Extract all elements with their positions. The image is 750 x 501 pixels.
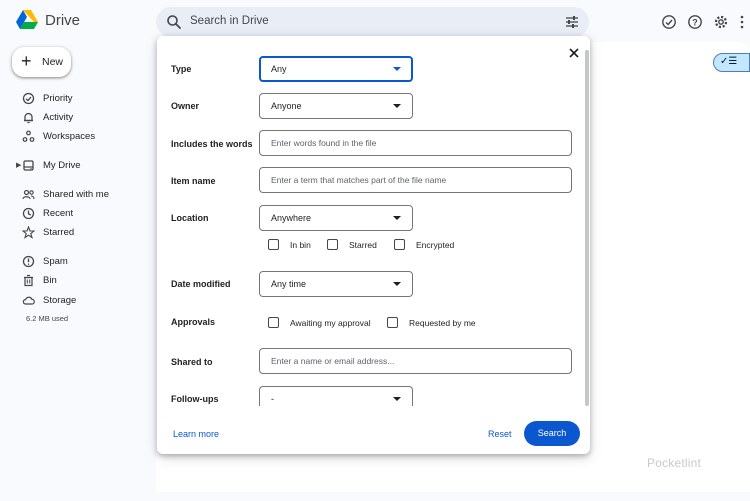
dropdown-arrow-icon [393, 216, 401, 220]
new-button[interactable]: + New [12, 47, 71, 77]
checkbox-box[interactable] [387, 317, 398, 328]
follow-ups-select[interactable]: - [259, 386, 413, 406]
cloud-icon [22, 296, 35, 305]
sidebar-item-priority[interactable]: Priority [0, 90, 150, 108]
item-name-field[interactable] [259, 167, 572, 193]
approvals-label: Approvals [171, 317, 216, 327]
sidebar-item-label: My Drive [43, 160, 81, 171]
list-view-check-icon[interactable]: ✓☰ [720, 56, 737, 67]
plus-icon: + [21, 51, 32, 71]
my-drive-icon [23, 160, 34, 171]
location-select[interactable]: Anywhere [259, 205, 413, 231]
sidebar-item-spam[interactable]: Spam [0, 253, 150, 271]
svg-text:?: ? [692, 18, 698, 28]
owner-label: Owner [171, 101, 200, 111]
offline-ready-icon[interactable] [661, 14, 677, 30]
checkbox-box[interactable] [394, 239, 405, 250]
sidebar-item-label: Recent [43, 208, 74, 219]
storage-used-text: 6.2 MB used [26, 314, 69, 323]
search-button-label: Search [537, 428, 567, 438]
settings-gear-icon[interactable] [713, 14, 729, 30]
priority-icon [22, 92, 35, 105]
owner-select-value: Anyone [271, 101, 302, 111]
checkbox-label: Requested by me [409, 318, 476, 328]
sidebar-item-starred[interactable]: Starred [0, 224, 150, 242]
sidebar-item-label: Starred [43, 227, 75, 238]
includes-words-input[interactable] [261, 132, 566, 154]
sidebar-item-storage[interactable]: Storage [0, 292, 150, 310]
type-select-value: Any [271, 64, 287, 74]
learn-more-link[interactable]: Learn more [173, 429, 219, 439]
sidebar-item-bin[interactable]: Bin [0, 272, 150, 290]
app-brand[interactable]: Drive [45, 12, 80, 29]
more-options-icon[interactable] [738, 14, 746, 30]
owner-select[interactable]: Anyone [259, 93, 413, 119]
sidebar-item-recent[interactable]: Recent [0, 205, 150, 223]
date-modified-label: Date modified [171, 279, 231, 289]
checkbox-label: Encrypted [416, 240, 455, 250]
sidebar-item-my-drive[interactable]: ▶ My Drive [0, 157, 150, 175]
dropdown-arrow-icon [393, 104, 401, 108]
follow-ups-select-value: - [271, 394, 274, 404]
sidebar-item-label: Workspaces [43, 131, 96, 142]
checkbox-label: Awaiting my approval [290, 318, 371, 328]
sidebar-item-label: Priority [43, 93, 73, 104]
expand-caret-icon[interactable]: ▶ [16, 161, 21, 169]
follow-ups-label: Follow-ups [171, 394, 219, 404]
dropdown-arrow-icon [393, 282, 401, 286]
reset-button[interactable]: Reset [488, 429, 512, 439]
shared-to-input[interactable] [261, 350, 566, 372]
sidebar-item-activity[interactable]: Activity [0, 109, 150, 127]
help-icon[interactable]: ? [687, 14, 703, 30]
sidebar-item-label: Shared with me [43, 189, 110, 200]
people-icon [22, 189, 35, 200]
drive-logo-icon[interactable] [16, 10, 38, 30]
type-label: Type [171, 64, 192, 74]
sidebar-item-label: Spam [43, 256, 68, 267]
checkbox-box[interactable] [268, 317, 279, 328]
sidebar-item-label: Bin [43, 275, 57, 286]
watermark-text: Pocketlint [647, 456, 702, 470]
item-name-label: Item name [171, 176, 216, 186]
search-options-icon[interactable] [565, 15, 579, 29]
dialog-scrollbar[interactable] [585, 50, 589, 406]
sidebar-item-label: Storage [43, 295, 77, 306]
advanced-search-dialog: Type Any Owner Anyone Includes the words… [157, 36, 590, 454]
search-button[interactable]: Search [524, 421, 580, 446]
location-label: Location [171, 213, 209, 223]
sidebar-item-label: Activity [43, 112, 74, 123]
includes-words-field[interactable] [259, 130, 572, 156]
location-select-value: Anywhere [271, 213, 312, 223]
view-toggle[interactable]: ✓☰ [713, 53, 750, 72]
search-input[interactable]: Search in Drive [190, 15, 269, 27]
shared-to-field[interactable] [259, 348, 572, 374]
clock-icon [22, 207, 35, 220]
checkbox-label: In bin [290, 240, 311, 250]
checkbox-box[interactable] [327, 239, 338, 250]
sidebar-item-workspaces[interactable]: Workspaces [0, 128, 150, 146]
type-select[interactable]: Any [259, 56, 413, 82]
shared-to-label: Shared to [171, 357, 213, 367]
search-bar[interactable]: Search in Drive [156, 7, 589, 37]
includes-words-label: Includes the words [171, 139, 253, 149]
date-modified-select[interactable]: Any time [259, 271, 413, 297]
checkbox-box[interactable] [268, 239, 279, 250]
new-button-label: New [42, 56, 64, 68]
search-icon[interactable] [166, 14, 182, 30]
dropdown-arrow-icon [393, 397, 401, 401]
spam-icon [22, 255, 35, 268]
star-icon [22, 226, 35, 239]
workspaces-icon [22, 130, 35, 142]
date-modified-select-value: Any time [271, 279, 307, 289]
item-name-input[interactable] [261, 169, 566, 191]
dropdown-arrow-icon [393, 67, 401, 71]
close-icon[interactable] [567, 46, 581, 60]
checkbox-label: Starred [349, 240, 377, 250]
bell-icon [24, 112, 33, 124]
bin-icon [24, 274, 33, 287]
sidebar-item-shared-with-me[interactable]: Shared with me [0, 186, 150, 204]
